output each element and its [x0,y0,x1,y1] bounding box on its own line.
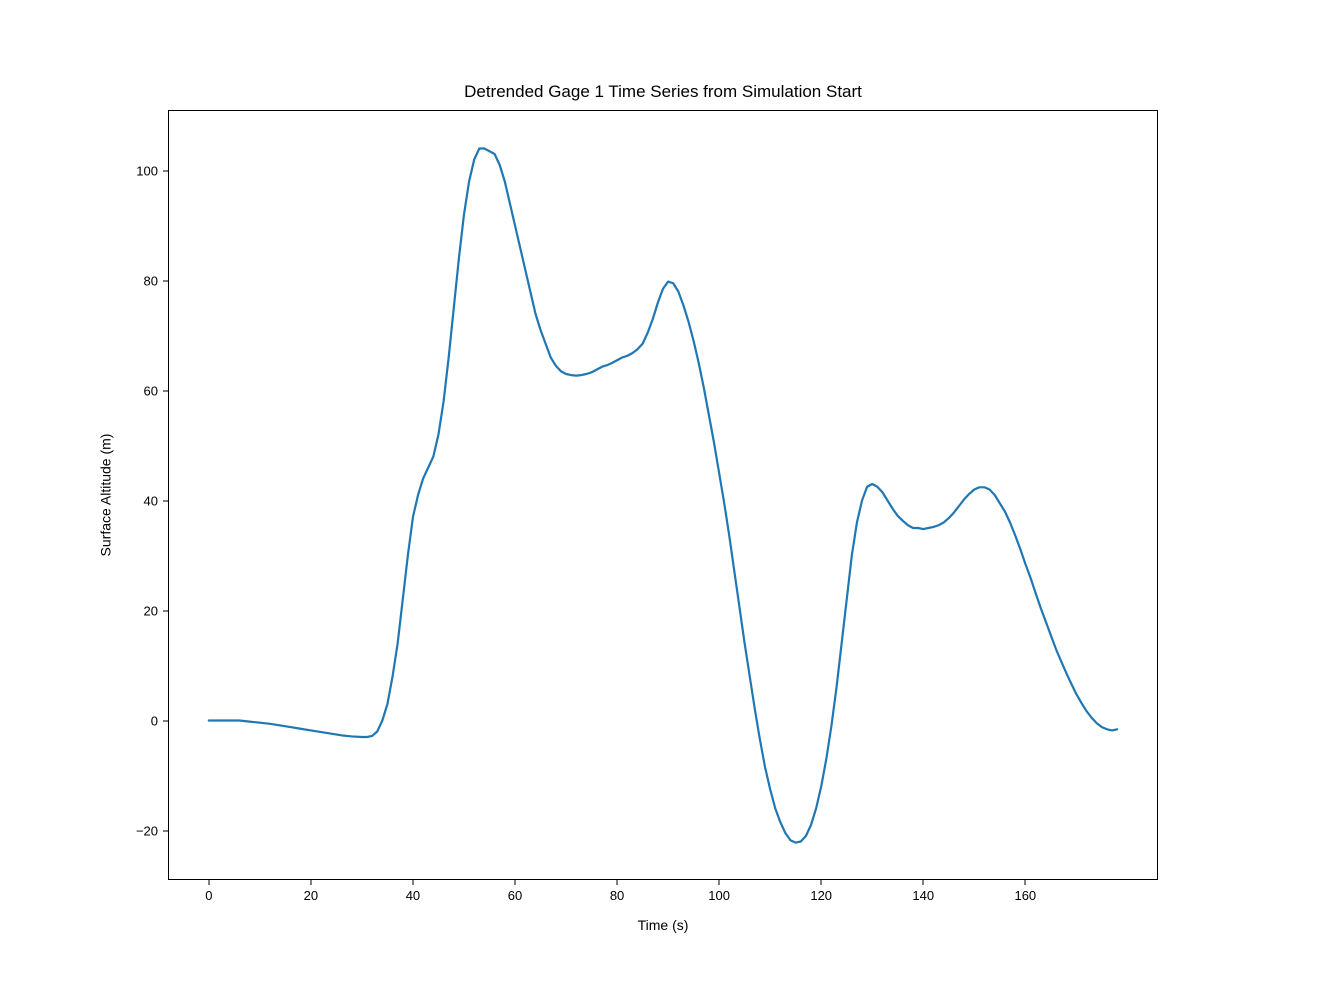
y-tick-label: −20 [136,823,158,838]
y-tick-mark [163,830,168,831]
y-tick-label: 100 [136,163,158,178]
x-tick-label: 160 [1014,888,1036,903]
y-tick-mark [163,280,168,281]
x-tick-label: 120 [810,888,832,903]
x-tick-label: 80 [610,888,624,903]
x-tick-label: 40 [406,888,420,903]
y-axis-label: Surface Altitude (m) [95,110,115,880]
x-tick-label: 60 [508,888,522,903]
x-tick-mark [515,880,516,885]
x-tick-mark [617,880,618,885]
y-tick-label: 0 [151,713,158,728]
y-tick-mark [163,500,168,501]
data-line [209,149,1117,843]
y-tick-label: 80 [144,273,158,288]
x-tick-label: 20 [304,888,318,903]
plot-area: 020406080100120140160 −20020406080100 [168,110,1158,880]
x-tick-mark [1025,880,1026,885]
x-axis-label: Time (s) [168,917,1158,933]
x-tick-mark [923,880,924,885]
y-tick-mark [163,170,168,171]
x-tick-label: 100 [708,888,730,903]
y-tick-label: 20 [144,603,158,618]
y-tick-label: 60 [144,383,158,398]
chart-title: Detrended Gage 1 Time Series from Simula… [168,82,1158,102]
y-tick-label: 40 [144,493,158,508]
x-tick-mark [821,880,822,885]
x-tick-mark [310,880,311,885]
y-tick-mark [163,610,168,611]
x-tick-mark [719,880,720,885]
x-tick-mark [208,880,209,885]
x-tick-label: 0 [205,888,212,903]
x-tick-mark [412,880,413,885]
y-tick-mark [163,390,168,391]
y-tick-mark [163,720,168,721]
x-tick-label: 140 [912,888,934,903]
line-plot-svg [168,110,1158,880]
